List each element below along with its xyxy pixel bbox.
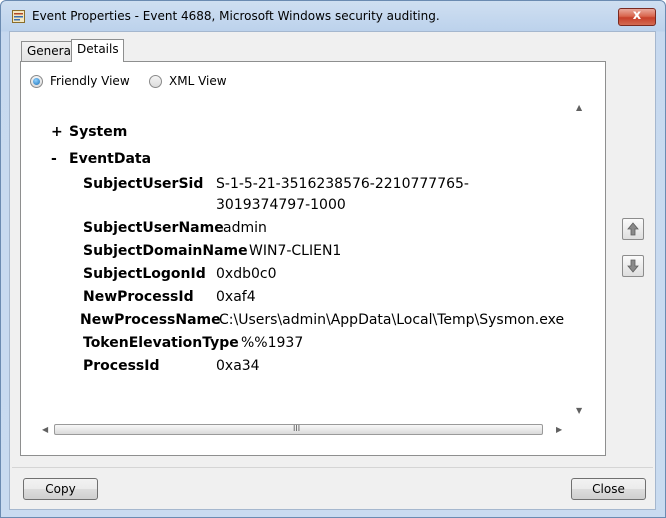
scroll-down-arrow-icon[interactable]: ▼ <box>576 406 582 415</box>
tab-details-label: Details <box>77 42 119 56</box>
field-value-subjectusersid-line1: S-1-5-21-3516238576-2210777765- <box>216 176 469 192</box>
xml-view-label: XML View <box>169 74 227 88</box>
arrow-up-icon <box>627 222 639 236</box>
friendly-view-radio[interactable] <box>30 74 43 88</box>
field-value-subjectlogonid: 0xdb0c0 <box>216 266 277 282</box>
vertical-scrollbar[interactable]: ▲ ▼ <box>572 101 588 422</box>
window-title: Event Properties - Event 4688, Microsoft… <box>32 9 440 23</box>
tree-node-system-label: System <box>69 124 128 140</box>
scroll-right-arrow-icon[interactable]: ▶ <box>556 425 562 434</box>
tab-general[interactable]: General <box>21 41 75 61</box>
event-properties-window: Event Properties - Event 4688, Microsoft… <box>0 0 666 518</box>
next-event-button[interactable] <box>622 255 644 277</box>
title-bar[interactable]: Event Properties - Event 4688, Microsoft… <box>1 1 665 31</box>
collapse-icon[interactable]: - <box>51 151 69 167</box>
field-value-subjectdomainname: WIN7-CLIEN1 <box>249 243 342 259</box>
field-name-tokenelevationtype: TokenElevationType <box>83 335 239 351</box>
scroll-grip-icon: III <box>293 424 301 433</box>
expand-icon[interactable]: + <box>51 124 69 140</box>
tree-node-eventdata[interactable]: - EventData <box>51 151 151 167</box>
friendly-view-label: Friendly View <box>50 74 130 88</box>
dialog-client-area: General Details Friendly View XML View +… <box>9 31 656 510</box>
arrow-down-icon <box>627 259 639 273</box>
field-name-newprocessname: NewProcessName <box>80 312 221 328</box>
field-name-subjectusersid: SubjectUserSid <box>83 176 204 192</box>
field-value-subjectusersid-line2: 3019374797-1000 <box>216 197 346 213</box>
field-name-processid: ProcessId <box>83 358 160 374</box>
close-button-label: Close <box>592 482 625 496</box>
window-close-button[interactable]: x <box>618 8 656 26</box>
previous-event-button[interactable] <box>622 218 644 240</box>
close-button[interactable]: Close <box>571 478 646 500</box>
event-details-content: + System - EventData SubjectUserSid S-1-5-… <box>37 101 572 422</box>
close-icon: x <box>632 8 642 23</box>
field-name-subjectusername: SubjectUserName <box>83 220 224 236</box>
tab-general-label: General <box>27 44 75 58</box>
copy-button-label: Copy <box>45 482 76 496</box>
details-tab-panel: Friendly View XML View + System - EventDat… <box>20 61 606 456</box>
horizontal-scrollbar[interactable]: ◀ III ▶ <box>37 422 572 437</box>
field-name-subjectlogonid: SubjectLogonId <box>83 266 206 282</box>
field-value-processid: 0xa34 <box>216 358 260 374</box>
tab-details[interactable]: Details <box>71 39 124 62</box>
scroll-up-arrow-icon[interactable]: ▲ <box>576 103 582 112</box>
horizontal-scroll-thumb[interactable]: III <box>54 424 543 435</box>
field-name-subjectdomainname: SubjectDomainName <box>83 243 248 259</box>
event-details-viewer[interactable]: + System - EventData SubjectUserSid S-1-5-… <box>37 101 588 437</box>
scroll-left-arrow-icon[interactable]: ◀ <box>42 425 48 434</box>
field-value-newprocessname: C:\Users\admin\AppData\Local\Temp\Sysmon… <box>219 312 565 328</box>
footer-separator <box>12 467 653 468</box>
field-value-tokenelevationtype: %%1937 <box>241 335 304 351</box>
tree-node-system[interactable]: + System <box>51 124 127 140</box>
copy-button[interactable]: Copy <box>23 478 98 500</box>
field-value-subjectusername: admin <box>223 220 267 236</box>
event-viewer-app-icon <box>12 10 25 23</box>
tree-node-eventdata-label: EventData <box>69 151 152 167</box>
xml-view-radio[interactable] <box>149 74 162 88</box>
field-value-newprocessid: 0xaf4 <box>216 289 256 305</box>
field-name-newprocessid: NewProcessId <box>83 289 194 305</box>
xml-view-option[interactable]: XML View <box>149 74 227 88</box>
friendly-view-option[interactable]: Friendly View <box>30 74 130 88</box>
